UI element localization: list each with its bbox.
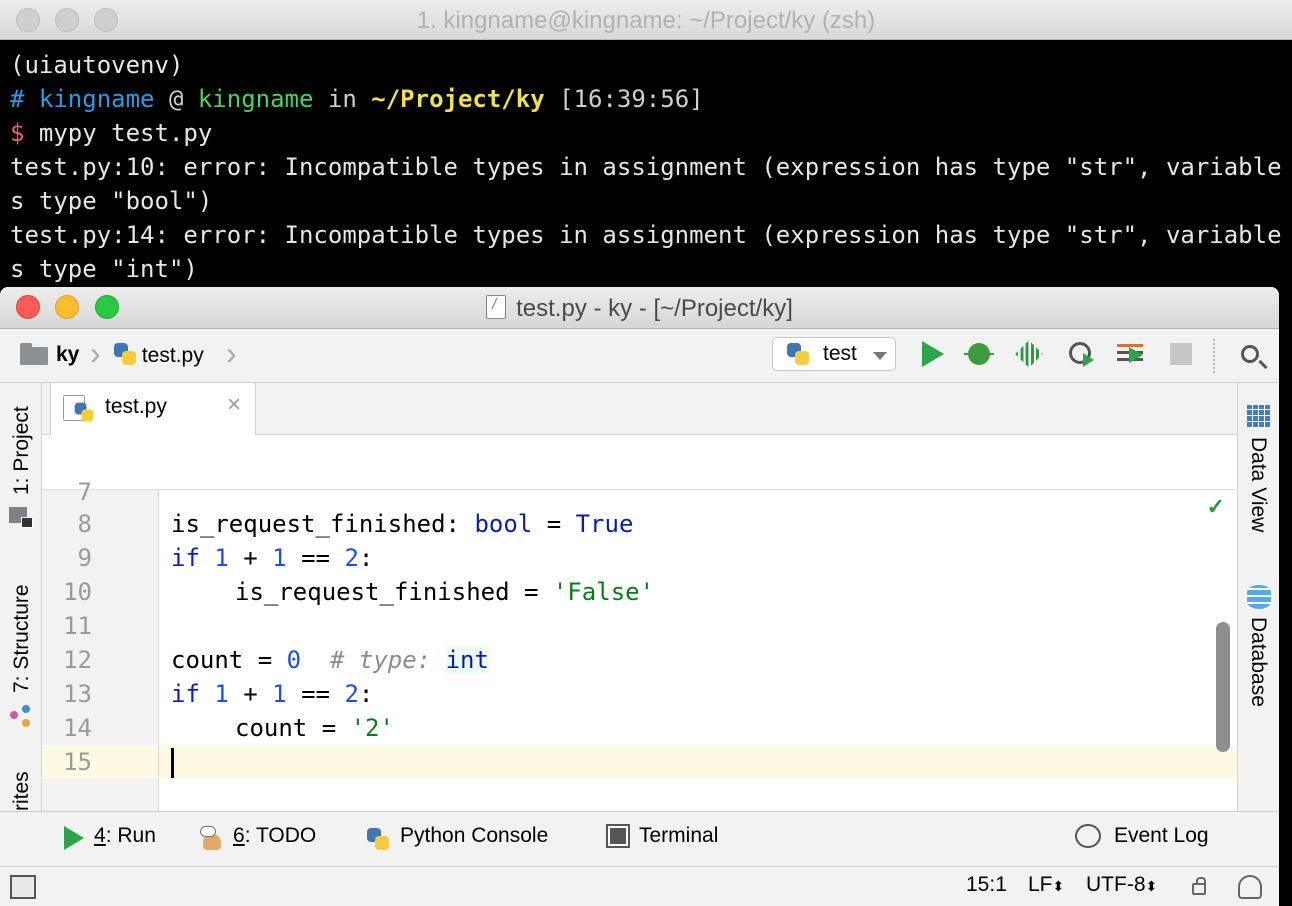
line-number: 7 — [77, 478, 92, 506]
navigation-bar: ky › test.py › test — [0, 329, 1279, 383]
python-icon — [74, 402, 94, 422]
tool-event-log[interactable]: Event Log — [1114, 824, 1209, 848]
encoding-select[interactable]: UTF-8⬍ — [1086, 873, 1157, 897]
profile-button[interactable] — [1066, 339, 1096, 369]
chevron-right-icon: › — [90, 335, 101, 371]
python-file-icon — [486, 295, 507, 319]
toolbar-separator — [1213, 339, 1215, 373]
error-line: s type "bool") — [10, 187, 213, 215]
error-line: test.py:10: error: Incompatible types in… — [10, 153, 1292, 181]
search-everywhere-button[interactable] — [1238, 343, 1268, 373]
status-bar: 15:1 LF⬍ UTF-8⬍ — [0, 866, 1279, 906]
line-number: 13 — [63, 680, 92, 708]
stop-button[interactable] — [1166, 339, 1196, 369]
tool-tab-project[interactable]: 1: Project — [10, 406, 34, 495]
tool-windows-toggle-icon[interactable] — [10, 875, 36, 899]
bottom-tool-bar: 4: Run 6: TODO Python Console Terminal E… — [0, 811, 1279, 866]
run-configuration-select[interactable]: test — [772, 337, 896, 371]
play-icon — [922, 341, 944, 367]
run-button[interactable] — [918, 339, 948, 369]
code-line-14: count = '2' — [235, 714, 394, 742]
run-with-coverage-button[interactable] — [1014, 339, 1044, 369]
tool-tab-favorites[interactable]: rites — [10, 771, 34, 811]
right-tool-strip: Data View Database — [1237, 383, 1279, 811]
tool-terminal[interactable]: Terminal — [639, 824, 718, 848]
python-icon — [787, 343, 809, 365]
caret-position[interactable]: 15:1 — [966, 873, 1007, 897]
editor-tab-bar: test.py × — [42, 383, 1237, 435]
coverage-icon — [1015, 340, 1043, 368]
line-number: 9 — [77, 544, 92, 572]
tool-todo[interactable]: 6: TODO — [233, 824, 316, 848]
code-line-12: count = 0 # type: int — [171, 646, 489, 674]
profiler-icon — [1069, 342, 1094, 367]
database-icon — [1247, 585, 1271, 609]
project-icon — [9, 507, 33, 528]
terminal-title: 1. kingname@kingname: ~/Project/ky (zsh) — [416, 7, 876, 34]
ide-title: test.py - ky - [~/Project/ky] — [0, 295, 1279, 323]
terminal-output[interactable]: (uiautovenv) # kingname @ kingname in ~/P… — [10, 48, 1292, 286]
folder-icon — [20, 343, 48, 365]
close-icon[interactable]: × — [227, 391, 241, 419]
terminal-titlebar: 1. kingname@kingname: ~/Project/ky (zsh) — [0, 0, 1292, 40]
todo-icon — [200, 826, 224, 850]
tool-tab-structure[interactable]: 7: Structure — [10, 584, 34, 693]
command-line: $ mypy test.py — [10, 119, 213, 147]
code-line-9: if 1 + 1 == 2: — [171, 544, 374, 572]
breadcrumb-project[interactable]: ky — [56, 343, 79, 367]
error-line: test.py:14: error: Incompatible types in… — [10, 221, 1292, 249]
bug-icon — [964, 343, 994, 365]
data-view-icon — [1247, 405, 1271, 427]
breadcrumb-file[interactable]: test.py — [114, 343, 204, 368]
line-number: 8 — [77, 510, 92, 538]
python-icon — [114, 343, 136, 365]
debug-button[interactable] — [964, 339, 995, 369]
terminal-icon — [606, 824, 630, 848]
venv-line: (uiautovenv) — [10, 51, 184, 79]
editor-tab-test-py[interactable]: test.py × — [50, 383, 256, 435]
tool-python-console[interactable]: Python Console — [400, 824, 548, 848]
line-number: 11 — [63, 612, 92, 640]
code-line-10: is_request_finished = 'False' — [235, 578, 655, 606]
line-number: 15 — [63, 748, 92, 776]
tool-tab-database[interactable]: Database — [1246, 617, 1270, 707]
current-line-highlight — [159, 745, 1237, 779]
line-separator-select[interactable]: LF⬍ — [1028, 873, 1064, 897]
python-console-icon — [367, 828, 389, 850]
run-icon — [62, 826, 86, 850]
concurrency-icon — [1117, 344, 1143, 364]
prompt-line: # kingname @ kingname in ~/Project/ky [1… — [10, 85, 704, 113]
ide-titlebar: test.py - ky - [~/Project/ky] — [0, 287, 1279, 329]
concurrency-diagram-button[interactable] — [1116, 339, 1146, 369]
ide-window: test.py - ky - [~/Project/ky] ky › test.… — [0, 287, 1279, 906]
tool-run[interactable]: 4: Run — [94, 824, 156, 848]
left-tool-strip: 1: Project 7: Structure rites — [0, 383, 42, 811]
hector-inspector-icon[interactable] — [1238, 875, 1262, 899]
error-line: s type "int") — [10, 255, 198, 283]
search-icon — [1241, 345, 1259, 363]
chevron-down-icon — [873, 352, 887, 360]
line-number: 12 — [63, 646, 92, 674]
tool-tab-data-view[interactable]: Data View — [1246, 437, 1270, 532]
line-number: 10 — [63, 578, 92, 606]
structure-icon — [9, 703, 31, 723]
text-caret — [171, 748, 174, 778]
code-line-13: if 1 + 1 == 2: — [171, 680, 374, 708]
stop-icon — [1170, 343, 1192, 365]
chevron-right-icon: › — [226, 335, 237, 371]
editor-scrollbar[interactable] — [1216, 622, 1230, 752]
lock-icon[interactable] — [1192, 877, 1206, 895]
line-number: 14 — [63, 714, 92, 742]
code-line-8: is_request_finished: bool = True — [171, 510, 634, 538]
code-editor[interactable]: is_request_finished: bool = True if 1 + … — [159, 490, 1237, 811]
event-log-icon — [1075, 824, 1101, 848]
inspection-check-icon[interactable]: ✓ — [1207, 494, 1225, 520]
editor-breadcrumb-area — [42, 435, 1237, 490]
line-number-gutter[interactable]: 7 8 9 10 11 12 13 14 15 — [42, 478, 159, 811]
